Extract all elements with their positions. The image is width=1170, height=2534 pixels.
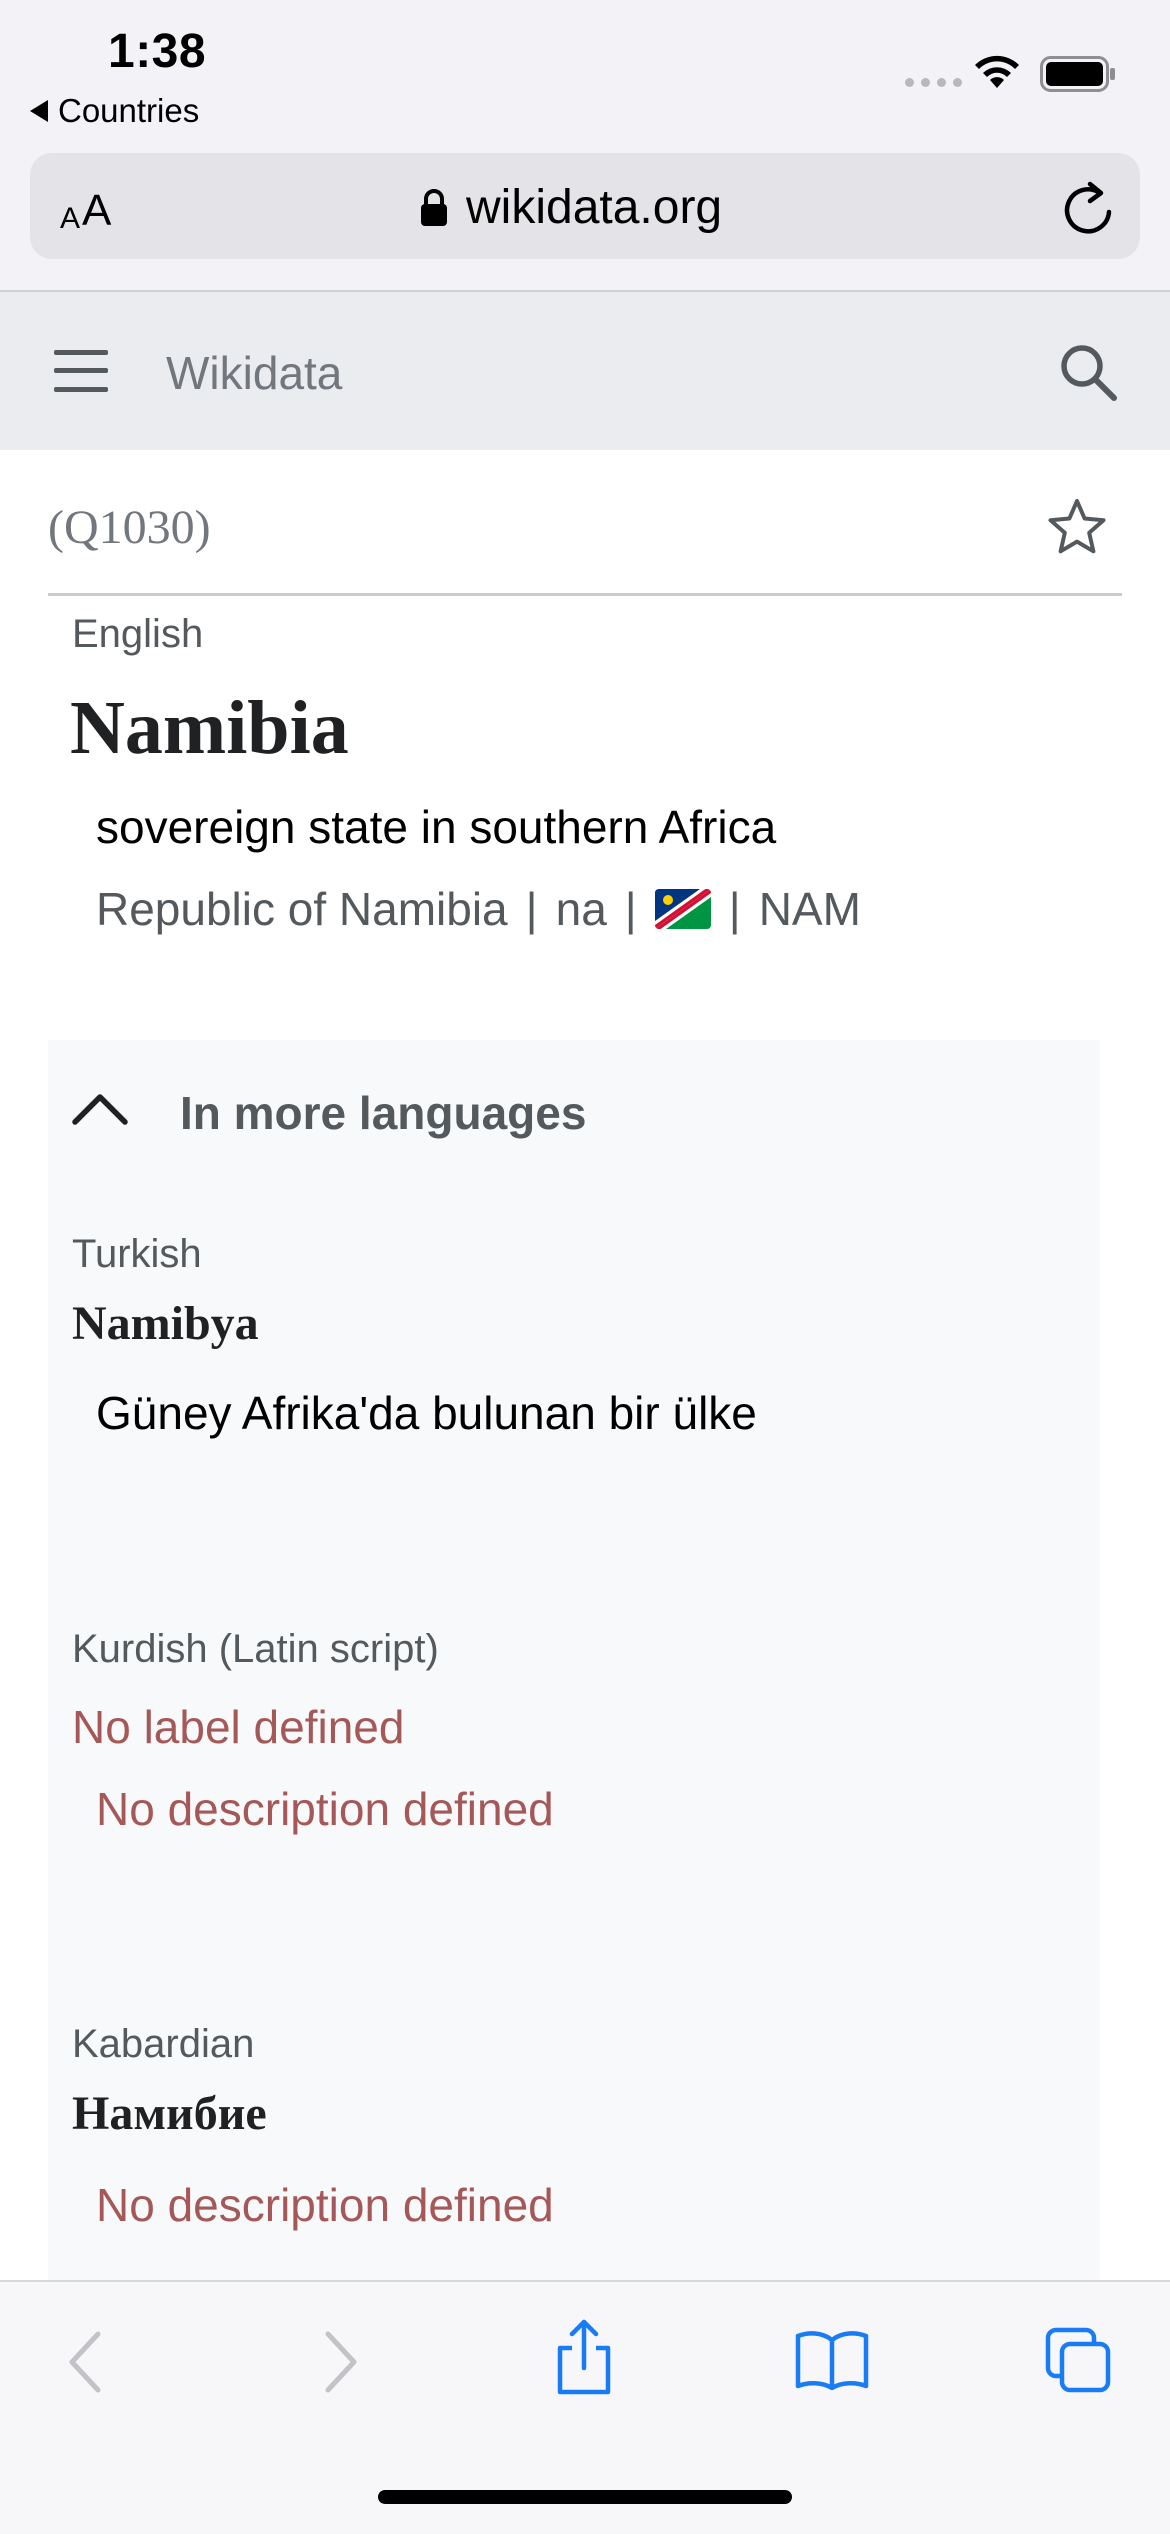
status-time: 1:38 [108, 25, 207, 78]
back-to-app-link[interactable]: Countries [30, 92, 199, 130]
back-triangle-icon [30, 100, 48, 122]
item-label: Namibia [70, 686, 349, 770]
back-app-label: Countries [58, 92, 200, 129]
hamburger-menu-icon[interactable] [54, 350, 108, 392]
alias-separator: | [624, 883, 637, 935]
chevron-up-icon[interactable] [70, 1088, 130, 1128]
site-title[interactable]: Wikidata [166, 346, 342, 400]
share-icon[interactable] [552, 2318, 616, 2398]
chevron-left-icon[interactable] [66, 2330, 106, 2394]
alias: Republic of Namibia [96, 883, 508, 935]
alias: na [555, 883, 607, 935]
alias: NAM [758, 883, 861, 935]
url-domain[interactable]: wikidata.org [420, 180, 722, 235]
language-name: English [72, 612, 204, 656]
language-name: Kurdish (Latin script) [72, 1627, 439, 1671]
language-name: Turkish [72, 1232, 202, 1276]
lock-icon [421, 188, 447, 226]
missing-label: No label defined [72, 1701, 405, 1753]
more-languages-toggle[interactable]: In more languages [180, 1086, 586, 1140]
language-name: Kabardian [72, 2022, 255, 2066]
cellular-signal-icon [905, 78, 962, 87]
chevron-right-icon[interactable] [320, 2330, 360, 2394]
missing-description: No description defined [96, 1783, 554, 1835]
language-description: Güney Afrika'da bulunan bir ülke [96, 1387, 757, 1439]
text-size-large-glyph: A [82, 186, 112, 235]
language-label: Namibya [72, 1297, 259, 1350]
language-label: Намибие [72, 2087, 267, 2140]
search-icon[interactable] [1058, 342, 1120, 404]
star-icon[interactable] [1046, 496, 1108, 558]
tabs-icon[interactable] [1044, 2326, 1114, 2394]
text-size-button[interactable]: A A [60, 180, 111, 236]
text-size-small-glyph: A [60, 202, 81, 235]
item-aliases: Republic of Namibia | na | | NAM [96, 882, 861, 936]
url-domain-text: wikidata.org [466, 181, 723, 234]
battery-icon [1040, 56, 1115, 92]
home-indicator[interactable] [378, 2490, 792, 2504]
reload-icon[interactable] [1060, 178, 1116, 238]
wifi-icon [975, 55, 1019, 88]
alias-separator: | [525, 883, 538, 935]
item-description: sovereign state in southern Africa [96, 801, 777, 853]
divider [48, 593, 1122, 596]
alias-separator: | [728, 883, 741, 935]
missing-description: No description defined [96, 2179, 554, 2231]
item-qid: (Q1030) [48, 501, 211, 554]
book-icon[interactable] [794, 2328, 870, 2392]
namibia-flag-icon [654, 889, 711, 929]
